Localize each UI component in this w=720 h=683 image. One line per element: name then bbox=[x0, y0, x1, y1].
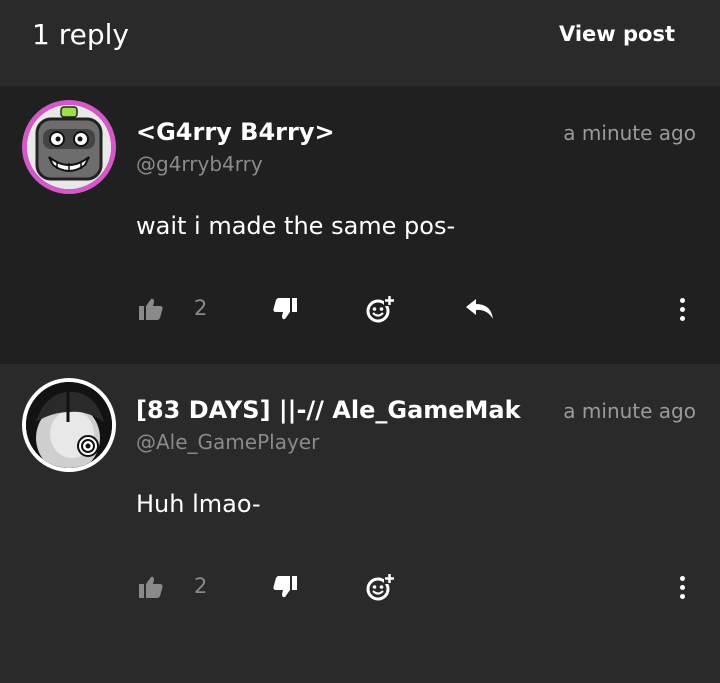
more-vertical-icon bbox=[679, 297, 685, 321]
avatar[interactable] bbox=[22, 100, 116, 194]
add-reaction-icon bbox=[366, 295, 395, 323]
reply-count-title: 1 reply bbox=[32, 18, 129, 51]
comment-timestamp: a minute ago bbox=[563, 399, 696, 423]
comment-handle[interactable]: @Ale_GamePlayer bbox=[136, 430, 319, 454]
replies-header: 1 reply View post bbox=[0, 0, 720, 86]
add-reaction-button[interactable] bbox=[362, 569, 398, 605]
comment-actions: 2 bbox=[0, 291, 720, 327]
like-count: 2 bbox=[194, 296, 208, 320]
more-vertical-icon bbox=[679, 575, 685, 599]
comment-item: [83 DAYS] ||-// Ale_GameMak @Ale_GamePla… bbox=[0, 364, 720, 683]
add-reaction-button[interactable] bbox=[362, 291, 398, 327]
reply-button[interactable] bbox=[462, 291, 498, 327]
thumbs-down-icon bbox=[273, 298, 297, 320]
avatar[interactable] bbox=[22, 378, 116, 472]
thumbs-down-icon bbox=[273, 576, 297, 598]
dislike-button[interactable] bbox=[268, 569, 302, 605]
comment-username[interactable]: <G4rry B4rry> bbox=[136, 118, 335, 146]
comment-handle[interactable]: @g4rryb4rry bbox=[136, 152, 263, 176]
more-options-button[interactable] bbox=[670, 569, 694, 605]
avatar-robot-icon bbox=[27, 105, 111, 189]
thumbs-up-icon bbox=[139, 298, 163, 320]
thumbs-up-icon bbox=[139, 576, 163, 598]
dislike-button[interactable] bbox=[268, 291, 302, 327]
more-options-button[interactable] bbox=[670, 291, 694, 327]
view-post-link[interactable]: View post bbox=[559, 22, 675, 46]
comment-text: wait i made the same pos- bbox=[136, 212, 456, 240]
add-reaction-icon bbox=[366, 573, 395, 601]
avatar-hooded-figure-icon bbox=[26, 382, 112, 468]
comment-username[interactable]: [83 DAYS] ||-// Ale_GameMak bbox=[136, 396, 521, 424]
comment-actions: 2 bbox=[0, 569, 720, 605]
like-button[interactable] bbox=[134, 291, 168, 327]
like-button[interactable] bbox=[134, 569, 168, 605]
comment-text: Huh lmao- bbox=[136, 490, 261, 518]
reply-arrow-icon bbox=[466, 299, 493, 319]
comment-item: <G4rry B4rry> @g4rryb4rry a minute ago w… bbox=[0, 86, 720, 364]
comment-timestamp: a minute ago bbox=[563, 121, 696, 145]
like-count: 2 bbox=[194, 574, 208, 598]
